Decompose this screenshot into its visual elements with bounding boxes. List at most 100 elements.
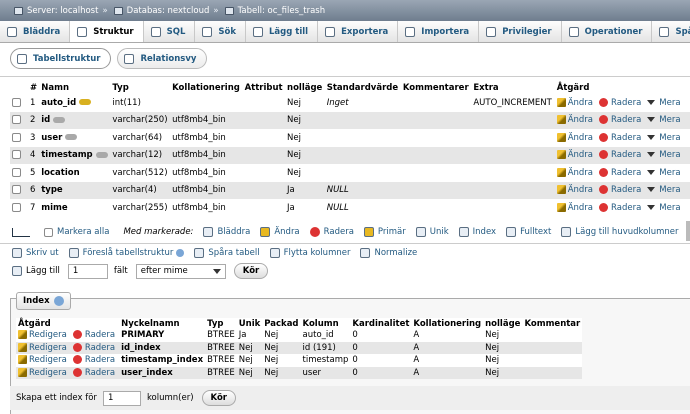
bulk-primary-key-button[interactable]: Primär: [363, 227, 406, 237]
propose-structure-link[interactable]: Föreslå tabellstruktur: [68, 248, 185, 258]
drop-column-button[interactable]: Radera: [599, 167, 641, 178]
tab-insert[interactable]: Lägg till: [246, 21, 319, 42]
edit-column-button[interactable]: Ändra: [556, 167, 593, 178]
subtab-relation-view[interactable]: Relationsvy: [117, 48, 208, 69]
column-name-cell: user: [39, 129, 111, 147]
edit-index-button[interactable]: Redigera: [18, 367, 67, 378]
cell-collation: utf8mb4_bin: [170, 181, 243, 199]
add-go-button[interactable]: Kör: [233, 263, 269, 279]
edit-column-button[interactable]: Ändra: [556, 97, 593, 108]
index-cell-type: BTREE: [205, 354, 237, 367]
more-menu-button[interactable]: Mera: [647, 98, 681, 108]
check-all-link[interactable]: Markera alla: [57, 227, 109, 237]
bulk-fulltext-button[interactable]: Fulltext: [506, 227, 551, 237]
caret-down-icon: [647, 204, 656, 210]
drop-index-button[interactable]: Radera: [72, 367, 115, 378]
index-legend-label: Index: [23, 296, 50, 306]
bulk-add-columns-button[interactable]: Lägg till huvudkolumner: [561, 227, 678, 237]
drop-column-button[interactable]: Radera: [599, 115, 641, 125]
cell-type: varchar(4): [110, 181, 171, 199]
column-header: Namn: [41, 83, 69, 93]
row-checkbox[interactable]: [12, 150, 21, 160]
breadcrumb: Server: localhost » Databas: nextcloud »…: [0, 0, 690, 21]
cell-comment: [400, 129, 472, 147]
more-label: Mera: [659, 115, 681, 126]
move-columns-link[interactable]: Flytta kolumner: [269, 248, 351, 258]
index-column-header: Åtgärd: [16, 318, 120, 329]
move-label: Flytta kolumner: [283, 248, 351, 258]
structure-subtabs: Tabellstruktur Relationsvy: [10, 48, 208, 69]
edit-column-button[interactable]: Ändra: [556, 202, 594, 213]
more-menu-button[interactable]: Mera: [647, 203, 681, 213]
column-header: #: [30, 83, 38, 93]
tab-privileges[interactable]: Privilegier: [479, 21, 562, 42]
tab-tracking[interactable]: Spårning: [652, 21, 690, 42]
edit-index-button[interactable]: Redigera: [18, 355, 67, 365]
subtab-table-structure[interactable]: Tabellstruktur: [10, 48, 112, 69]
drop-column-button[interactable]: Radera: [599, 185, 641, 195]
row-checkbox[interactable]: [12, 202, 21, 212]
row-checkbox[interactable]: [12, 132, 21, 142]
drop-column-button[interactable]: Radera: [599, 150, 641, 160]
normalize-link[interactable]: Normalize: [360, 248, 417, 258]
column-name: mime: [41, 202, 68, 213]
index-drop-cell: Radera: [70, 366, 120, 379]
tab-operations[interactable]: Operationer: [562, 21, 653, 42]
row-checkbox[interactable]: [12, 97, 21, 107]
edit-column-button[interactable]: Ändra: [556, 115, 593, 125]
breadcrumb-database[interactable]: Databas: nextcloud: [127, 6, 210, 16]
drop-index-button[interactable]: Radera: [72, 355, 115, 365]
add-count-input[interactable]: [67, 263, 108, 279]
edit-index-button[interactable]: Redigera: [18, 330, 67, 340]
create-index-count-input[interactable]: [102, 390, 141, 406]
index-cell-name: id_index: [119, 341, 206, 354]
bulk-pencil-button[interactable]: Ändra: [260, 227, 300, 237]
drop-label: Radera: [611, 97, 642, 108]
breadcrumb-server[interactable]: Server: localhost: [27, 6, 98, 16]
row-number: 5: [28, 164, 40, 182]
bulk-index-button[interactable]: Index: [458, 227, 496, 237]
tab-browse[interactable]: Bläddra: [0, 21, 71, 42]
edit-column-button[interactable]: Ändra: [556, 185, 593, 195]
scrollbar[interactable]: [686, 221, 690, 241]
divider: [0, 243, 690, 244]
edit-label: Ändra: [567, 202, 594, 213]
more-menu-button[interactable]: Mera: [647, 185, 681, 195]
tab-import[interactable]: Importera: [398, 21, 480, 42]
more-menu-button[interactable]: Mera: [647, 115, 681, 126]
tab-export[interactable]: Exportera: [318, 21, 399, 42]
check-all-checkbox[interactable]: [44, 227, 53, 237]
help-icon[interactable]: [53, 296, 64, 306]
create-index-go-button[interactable]: Kör: [201, 390, 236, 406]
cell-attr: [242, 181, 286, 199]
row-checkbox[interactable]: [12, 185, 21, 195]
drop-column-button[interactable]: Radera: [599, 97, 642, 108]
edit-column-button[interactable]: Ändra: [556, 132, 593, 143]
drop-index-button[interactable]: Radera: [72, 342, 115, 353]
index-cell-cardinality: 0: [350, 329, 412, 342]
tab-structure[interactable]: Struktur: [70, 21, 144, 42]
bulk-delete-button[interactable]: Radera: [309, 227, 354, 237]
drop-column-button[interactable]: Radera: [599, 132, 641, 143]
more-menu-button[interactable]: Mera: [647, 150, 681, 160]
cell-default: [324, 164, 401, 182]
drop-column-button[interactable]: Radera: [599, 202, 641, 213]
breadcrumb-table[interactable]: Tabell: oc_files_trash: [238, 6, 326, 16]
print-link[interactable]: Skriv ut: [12, 248, 59, 258]
bulk-unique-button[interactable]: Unik: [415, 227, 449, 237]
drop-index-button[interactable]: Radera: [72, 330, 115, 340]
tab-sql[interactable]: SQL: [144, 21, 196, 42]
more-menu-button[interactable]: Mera: [647, 133, 681, 143]
track-table-link[interactable]: Spåra tabell: [194, 248, 260, 258]
help-icon[interactable]: [176, 249, 185, 257]
index-key-icon: [53, 116, 66, 123]
row-checkbox[interactable]: [12, 167, 21, 177]
edit-index-button[interactable]: Redigera: [18, 342, 67, 353]
position-select[interactable]: efter mime: [135, 263, 226, 279]
tab-search[interactable]: Sök: [195, 21, 247, 42]
bulk-browse-button[interactable]: Bläddra: [203, 227, 250, 237]
more-menu-button[interactable]: Mera: [647, 168, 681, 178]
row-checkbox[interactable]: [12, 115, 21, 125]
cell-attr: [242, 111, 286, 129]
edit-column-button[interactable]: Ändra: [556, 150, 593, 160]
